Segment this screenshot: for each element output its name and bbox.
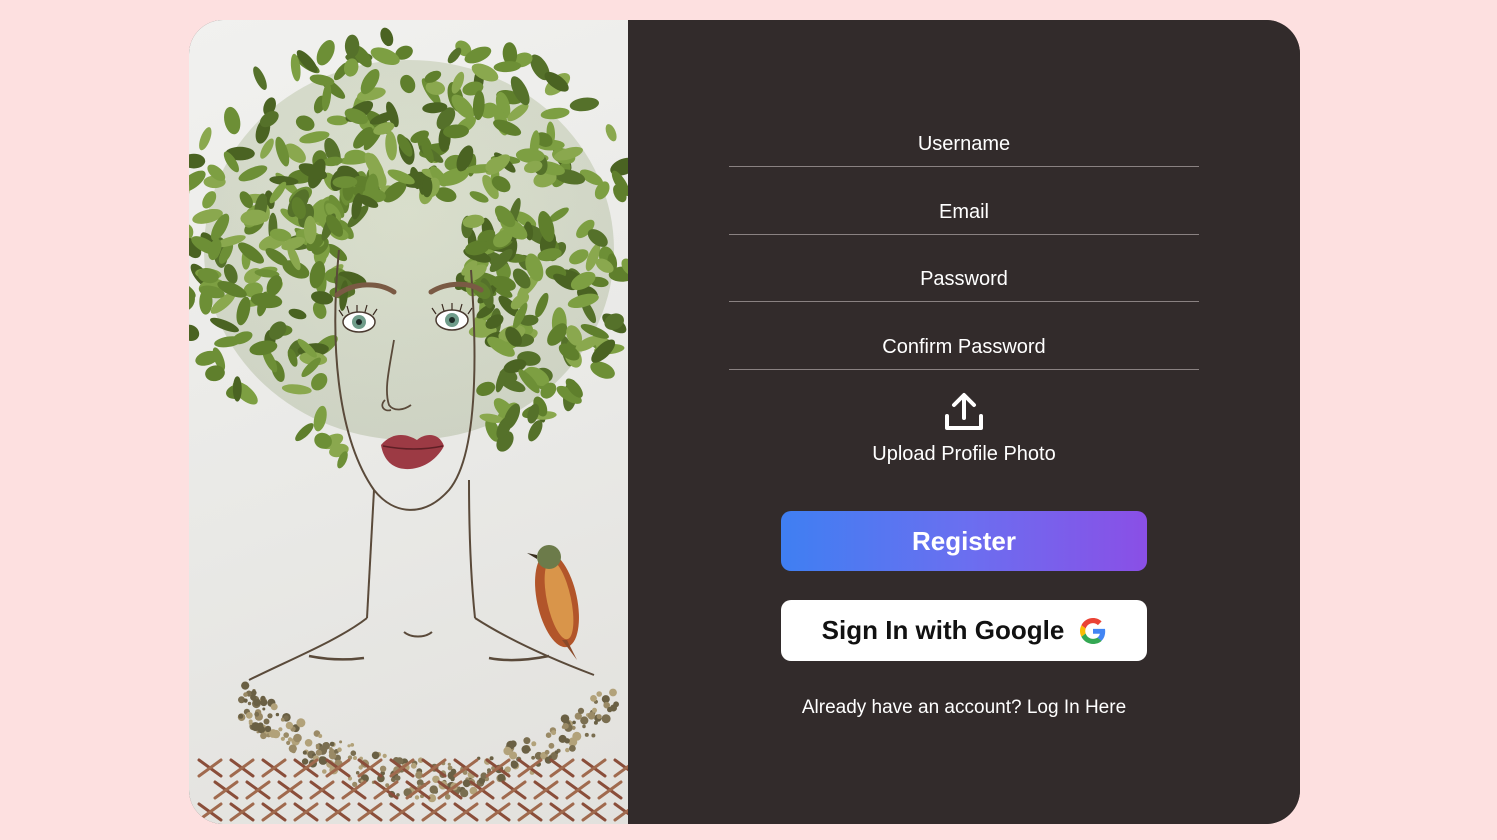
sign-in-with-google-button[interactable]: Sign In with Google [781, 600, 1147, 661]
register-card: Upload Profile Photo Register Sign In wi… [189, 20, 1300, 824]
login-prompt: Already have an account? Log In Here [729, 697, 1199, 719]
confirm-password-input[interactable] [729, 326, 1199, 369]
google-logo-icon [1080, 617, 1106, 644]
password-field-wrapper [729, 258, 1199, 302]
upload-icon [945, 393, 983, 430]
upload-profile-photo-button[interactable]: Upload Profile Photo [729, 390, 1199, 470]
leaf-portrait-image [189, 20, 628, 824]
email-field-wrapper [729, 191, 1199, 235]
log-in-here-link[interactable]: Log In Here [1027, 697, 1126, 718]
username-field-wrapper [729, 123, 1199, 167]
leaf-portrait-illustration [189, 27, 628, 822]
google-button-label: Sign In with Google [821, 615, 1065, 645]
register-button[interactable]: Register [781, 511, 1147, 571]
password-input[interactable] [729, 258, 1199, 301]
username-input[interactable] [729, 123, 1199, 166]
login-prompt-text: Already have an account? [801, 697, 1022, 718]
email-input[interactable] [729, 191, 1199, 234]
confirm-password-field-wrapper [729, 326, 1199, 370]
upload-profile-photo-label: Upload Profile Photo [872, 443, 1056, 465]
registration-form: Upload Profile Photo Register Sign In wi… [628, 20, 1300, 824]
